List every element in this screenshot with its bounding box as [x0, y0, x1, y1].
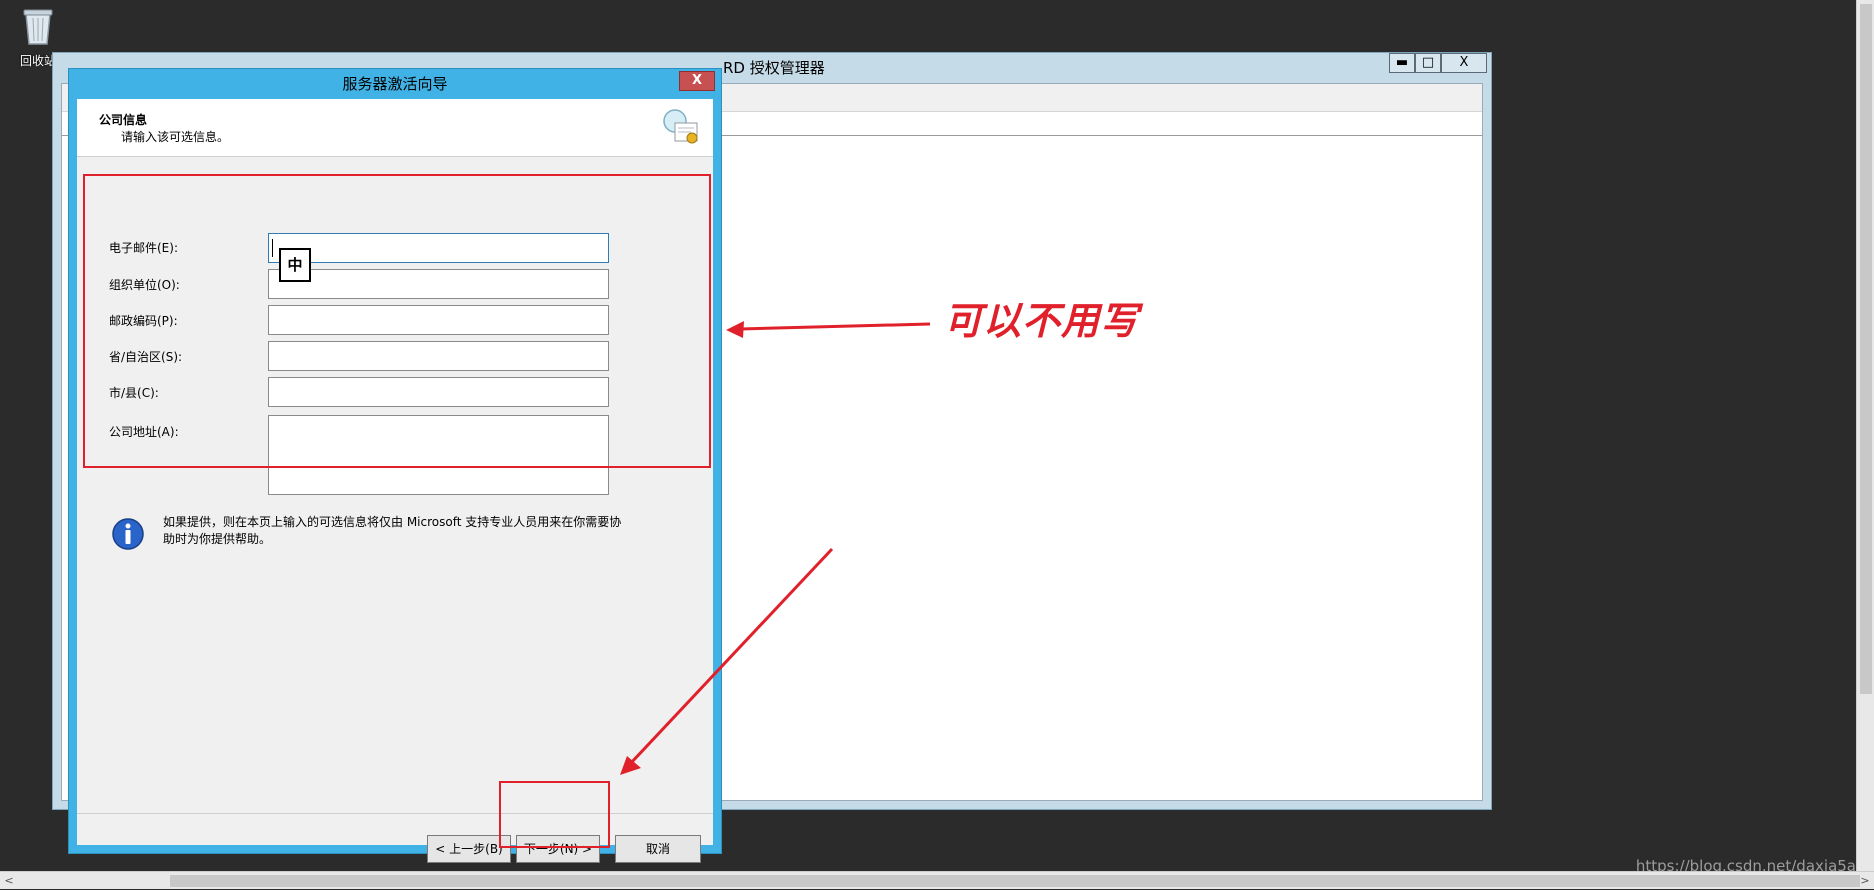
horizontal-scrollbar[interactable]: < > — [0, 871, 1874, 889]
horizontal-scroll-thumb[interactable] — [170, 875, 1860, 887]
arrow-to-next-button — [620, 547, 834, 775]
scroll-left-arrow[interactable]: < — [0, 872, 18, 890]
vertical-scroll-thumb[interactable] — [1860, 4, 1872, 694]
vertical-scrollbar[interactable] — [1856, 0, 1874, 871]
arrow-to-fields — [726, 321, 931, 338]
annotation-arrows — [620, 321, 931, 775]
scroll-right-arrow[interactable]: > — [1856, 872, 1874, 890]
